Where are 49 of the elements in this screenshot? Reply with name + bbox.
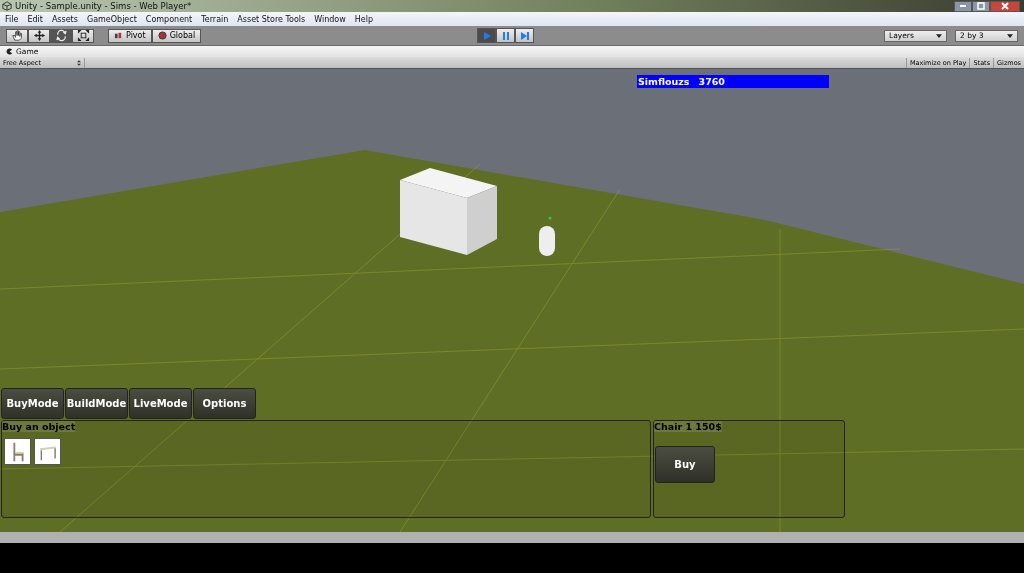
play-control-button[interactable] [496, 28, 515, 43]
cube-logo-icon [2, 1, 12, 11]
menu-item[interactable]: GameObject [86, 14, 137, 24]
item-thumbnail[interactable] [4, 438, 31, 465]
play-control-button[interactable] [515, 28, 534, 43]
maximize-icon [976, 1, 986, 11]
menu-item[interactable]: Terrain [201, 14, 229, 24]
menu-item[interactable]: Assets [51, 14, 78, 24]
panel-title: Buy an object [2, 421, 76, 432]
pivot-icon [114, 31, 123, 40]
buy-button[interactable]: Buy [655, 446, 715, 483]
step-icon [519, 30, 530, 41]
updown-caret-icon [77, 59, 81, 66]
move-arrows-icon [32, 29, 46, 42]
tool-button[interactable] [50, 28, 72, 43]
mode-button[interactable]: BuildMode [65, 388, 128, 419]
menu-item[interactable]: Component [145, 14, 193, 24]
tool-button[interactable] [72, 28, 94, 43]
caret-icon [1007, 33, 1013, 38]
menu-item[interactable]: File [5, 14, 19, 24]
caret-icon [936, 33, 942, 38]
minimize-icon [960, 5, 966, 7]
hand-icon [10, 29, 24, 42]
menu-item[interactable]: Window [314, 14, 346, 24]
money-value: 3760 [698, 76, 725, 87]
item-thumbnail[interactable] [34, 438, 61, 465]
mode-button[interactable]: BuyMode [1, 388, 64, 419]
scale-icon [76, 29, 90, 42]
panel-title: Chair 1 150$ [654, 421, 722, 432]
menu-item[interactable]: Edit [27, 14, 43, 24]
play-icon [481, 30, 492, 41]
minimize-button[interactable] [954, 0, 972, 12]
rotate-icon [54, 29, 68, 42]
close-icon [1000, 1, 1010, 11]
close-button[interactable] [990, 0, 1020, 12]
handle-toggle-button[interactable]: Pivot [108, 28, 152, 43]
window-title: Unity - Sample.unity - Sims - Web Player* [15, 1, 192, 11]
money-label: Simflouzs [638, 76, 690, 87]
mode-button[interactable]: LiveMode [129, 388, 192, 419]
mode-button[interactable]: Options [193, 388, 256, 419]
handle-toggle-button[interactable]: Global [151, 28, 202, 43]
menu-item[interactable]: Help [354, 14, 373, 24]
pause-icon [500, 30, 511, 41]
pacman-icon [6, 48, 13, 55]
globe-icon [157, 31, 167, 40]
menu-item[interactable]: Asset Store Tools [237, 14, 306, 24]
tool-button[interactable] [6, 28, 28, 43]
tool-button[interactable] [28, 28, 50, 43]
maximize-button[interactable] [972, 0, 990, 12]
